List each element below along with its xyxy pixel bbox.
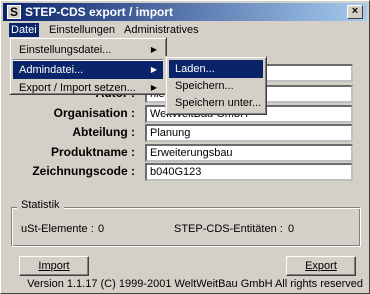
statistik-title: Statistik [17,199,64,211]
export-button[interactable]: Export [286,256,356,276]
submenu-arrow-icon: ▶ [150,45,157,54]
window-title: STEP-CDS export / import [25,5,174,19]
admindatei-submenu: Laden... Speichern... Speichern unter... [165,56,267,115]
menu-item-export-import-setzen-label: Export / Import setzen... [19,82,136,94]
menu-item-export-import-setzen[interactable]: Export / Import setzen... ▶ [13,79,163,97]
submenu-arrow-icon: ▶ [150,83,157,92]
menu-item-speichern-label: Speichern... [175,80,234,92]
produktname-label: Produktname : [50,145,135,159]
app-logo-icon: S [7,5,21,19]
title-bar[interactable]: S STEP-CDS export / import × [3,3,367,21]
produktname-field[interactable]: Erweiterungsbau [145,144,353,162]
datei-menu: Einstellungsdatei... ▶ Admindatei... ▶ E… [9,37,167,95]
app-window: S STEP-CDS export / import × Datei Einst… [0,0,370,294]
menu-einstellungen[interactable]: Einstellungen [47,23,117,38]
zeichnungscode-field[interactable]: b040G123 [145,163,353,181]
menu-administratives[interactable]: Administratives [122,23,201,38]
menu-item-einstellungsdatei[interactable]: Einstellungsdatei... ▶ [13,41,163,59]
import-button[interactable]: Import [19,256,89,276]
zeichnungscode-label: Zeichnungscode : [32,164,135,178]
abteilung-label: Abteilung : [72,125,135,139]
import-button-label: Import [38,260,70,272]
menu-datei[interactable]: Datei [9,23,39,38]
menu-item-speichern-unter-label: Speichern unter... [175,97,262,109]
menu-item-einstellungsdatei-label: Einstellungsdatei... [19,44,112,56]
export-button-label: Export [305,260,337,272]
close-button[interactable]: × [347,5,363,19]
menu-item-speichern[interactable]: Speichern... [169,77,263,95]
step-cds-entitaeten-label: STEP-CDS-Entitäten : [174,223,283,235]
menu-item-laden[interactable]: Laden... [169,60,263,78]
menu-item-speichern-unter[interactable]: Speichern unter... [169,94,263,112]
ust-elemente-value: 0 [98,223,105,235]
organisation-label: Organisation : [53,106,135,120]
menu-item-laden-label: Laden... [175,63,215,75]
abteilung-field[interactable]: Planung [145,124,353,142]
step-cds-entitaeten-value: 0 [288,223,295,235]
menu-item-admindatei[interactable]: Admindatei... ▶ [13,61,163,79]
submenu-arrow-icon: ▶ [150,65,157,74]
footer-version: Version 1.1.17 (C) 1999-2001 WeltWeitBau… [27,278,363,290]
ust-elemente-label: uSt-Elemente : [21,223,94,235]
menu-item-admindatei-label: Admindatei... [19,64,84,76]
